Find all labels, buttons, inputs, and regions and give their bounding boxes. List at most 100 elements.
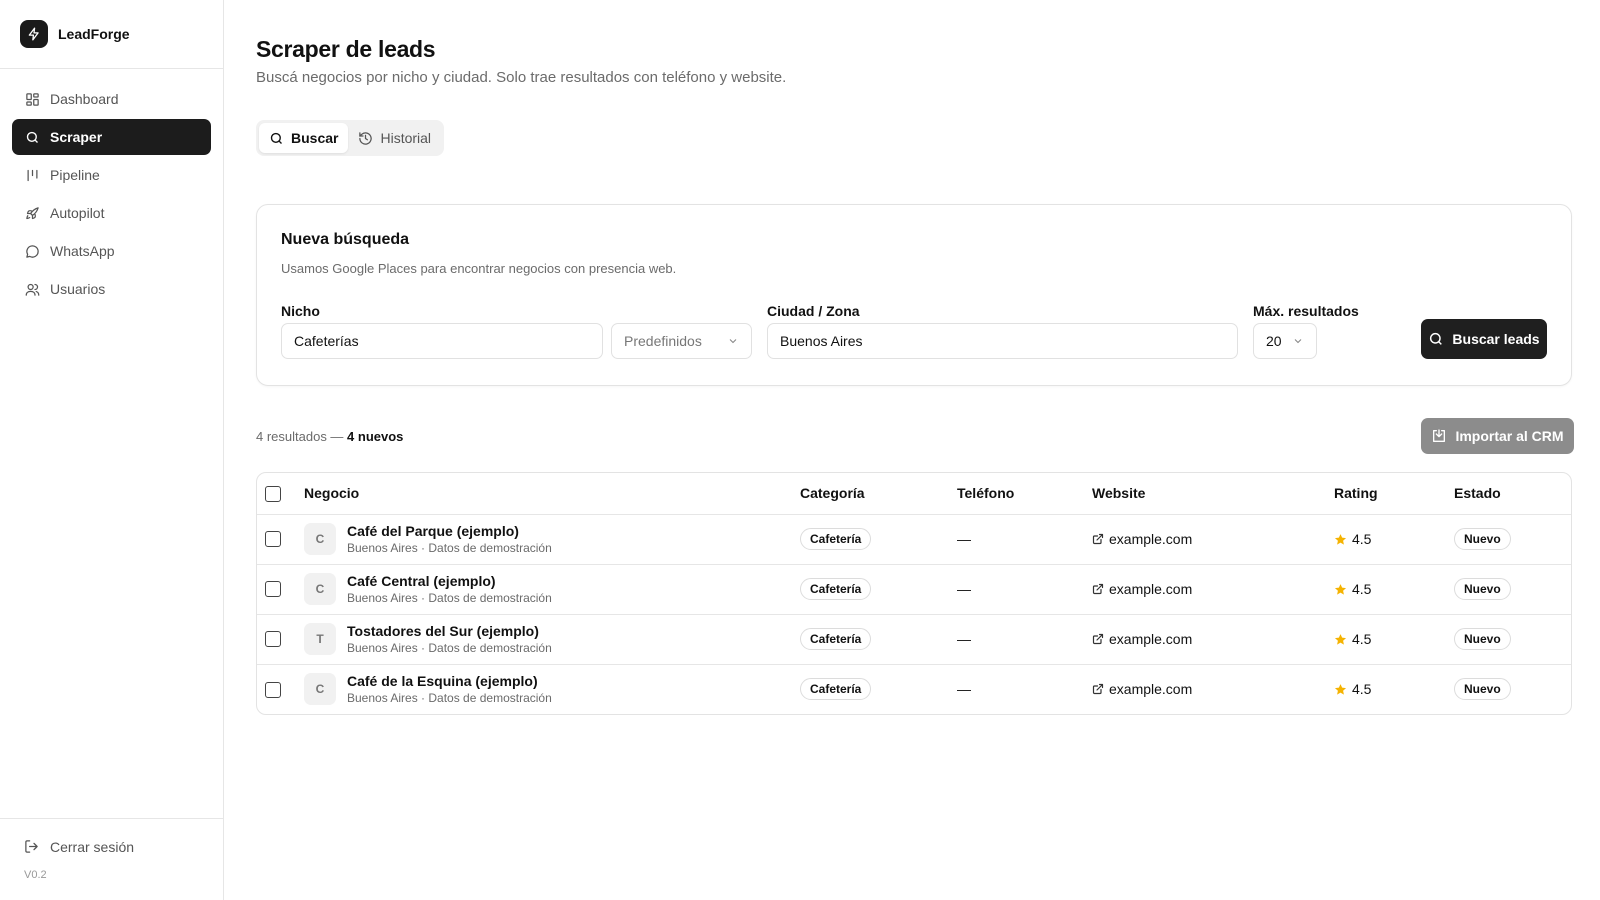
website-link[interactable]: example.com [1092,531,1334,547]
row-checkbox[interactable] [265,531,281,548]
business-location: Buenos Aires · Datos de demostración [347,641,552,655]
import-crm-label: Importar al CRM [1455,428,1564,444]
results-table: Negocio Categoría Teléfono Website Ratin… [256,472,1572,715]
table-row[interactable]: C Café del Parque (ejemplo) Buenos Aires… [257,514,1571,565]
external-link-icon [1092,683,1104,695]
star-icon [1334,683,1347,696]
results-count: 4 resultados — 4 nuevos [256,429,403,444]
pipeline-icon [24,167,40,183]
website-text: example.com [1109,681,1193,698]
app-version: V0.2 [24,869,47,881]
rating-value: 4.5 [1352,681,1372,698]
results-count-text: 4 resultados — [256,429,348,444]
lightning-bolt-icon [20,20,48,48]
search-card: Nueva búsqueda Usamos Google Places para… [256,204,1572,386]
business-name: Tostadores del Sur (ejemplo) [347,623,539,639]
table-header-row: Negocio Categoría Teléfono Website Ratin… [257,473,1571,515]
business-avatar: T [304,623,336,655]
business-cell: C Café del Parque (ejemplo) Buenos Aires… [304,523,800,555]
star-icon [1334,633,1347,646]
rocket-icon [24,205,40,221]
sidebar-item-dashboard[interactable]: Dashboard [12,81,211,117]
column-header-telefono[interactable]: Teléfono [957,473,1092,515]
brand-name: LeadForge [58,26,130,42]
niche-input[interactable]: Cafeterías [281,323,603,359]
star-icon [1334,533,1347,546]
sidebar-item-whatsapp[interactable]: WhatsApp [12,233,211,269]
city-label: Ciudad / Zona [767,303,860,319]
presets-select[interactable]: Predefinidos [611,323,752,359]
sidebar-item-label: Usuarios [50,281,106,297]
results-new-count: 4 nuevos [347,429,404,444]
website-link[interactable]: example.com [1092,681,1334,697]
table-row[interactable]: C Café de la Esquina (ejemplo) Buenos Ai… [257,664,1571,714]
max-results-select[interactable]: 20 [1253,323,1317,359]
sidebar-item-usuarios[interactable]: Usuarios [12,271,211,307]
rating-value: 4.5 [1352,581,1372,597]
column-header-negocio[interactable]: Negocio [304,473,800,515]
website-text: example.com [1109,531,1193,547]
logout-icon [24,839,40,855]
website-link[interactable]: example.com [1092,581,1334,597]
brand: LeadForge [0,0,223,69]
main-content: Scraper de leads Buscá negocios por nich… [256,0,1574,715]
presets-select-label: Predefinidos [624,333,702,349]
import-crm-button[interactable]: Importar al CRM [1421,418,1574,454]
website-link[interactable]: example.com [1092,631,1334,647]
sidebar-nav: Dashboard Scraper Pipeline Autopilot Wha… [0,69,223,307]
search-card-description: Usamos Google Places para encontrar nego… [281,261,677,276]
rating: 4.5 [1334,631,1454,647]
column-header-estado[interactable]: Estado [1454,473,1571,515]
page-subtitle: Buscá negocios por nicho y ciudad. Solo … [256,69,787,86]
business-avatar: C [304,523,336,555]
row-checkbox[interactable] [265,581,281,598]
row-checkbox[interactable] [265,681,281,698]
sidebar-item-autopilot[interactable]: Autopilot [12,195,211,231]
city-input[interactable]: Buenos Aires [767,323,1238,359]
business-name: Café de la Esquina (ejemplo) [347,673,538,690]
status-badge: Nuevo [1454,628,1511,650]
chat-bubble-icon [24,243,40,259]
website-text: example.com [1109,631,1193,647]
tab-buscar[interactable]: Buscar [259,123,349,153]
logout-button[interactable]: Cerrar sesión [24,839,223,855]
column-header-rating[interactable]: Rating [1334,473,1454,515]
chevron-down-icon [727,335,739,347]
table-row[interactable]: C Café Central (ejemplo) Buenos Aires · … [257,564,1571,615]
business-avatar: C [304,573,336,605]
column-header-categoria[interactable]: Categoría [800,473,957,515]
sidebar-item-pipeline[interactable]: Pipeline [12,157,211,193]
category-badge: Cafetería [800,678,872,701]
results-bar: 4 resultados — 4 nuevos Importar al CRM [256,418,1574,454]
rating: 4.5 [1334,681,1454,697]
column-header-website[interactable]: Website [1092,473,1334,515]
sidebar-item-scraper[interactable]: Scraper [12,119,211,155]
tab-label: Buscar [291,130,339,146]
select-all-checkbox[interactable] [265,485,281,502]
business-name: Café del Parque (ejemplo) [347,523,519,539]
sidebar: LeadForge Dashboard Scraper Pipeline Aut… [0,0,224,900]
sidebar-item-label: Pipeline [50,167,100,183]
row-checkbox[interactable] [265,631,281,648]
business-location: Buenos Aires · Datos de demostración [347,591,552,605]
phone-value: — [957,581,971,597]
phone-value: — [957,631,971,647]
max-results-label: Máx. resultados [1253,303,1359,319]
sidebar-item-label: Autopilot [50,205,105,221]
table-row[interactable]: T Tostadores del Sur (ejemplo) Buenos Ai… [257,614,1571,665]
history-icon [358,131,373,146]
business-cell: C Café de la Esquina (ejemplo) Buenos Ai… [304,673,800,706]
page-title: Scraper de leads [256,36,436,62]
category-badge: Cafetería [800,628,872,650]
chevron-down-icon [1292,335,1304,347]
external-link-icon [1092,633,1104,645]
search-leads-button-label: Buscar leads [1452,331,1540,347]
search-icon [24,129,40,145]
category-badge: Cafetería [800,528,872,550]
search-leads-button[interactable]: Buscar leads [1421,319,1547,359]
rating-value: 4.5 [1352,631,1372,647]
business-location: Buenos Aires · Datos de demostración [347,691,552,706]
status-badge: Nuevo [1454,678,1511,701]
tab-historial[interactable]: Historial [348,123,441,153]
sidebar-footer: Cerrar sesión V0.2 [0,818,223,900]
